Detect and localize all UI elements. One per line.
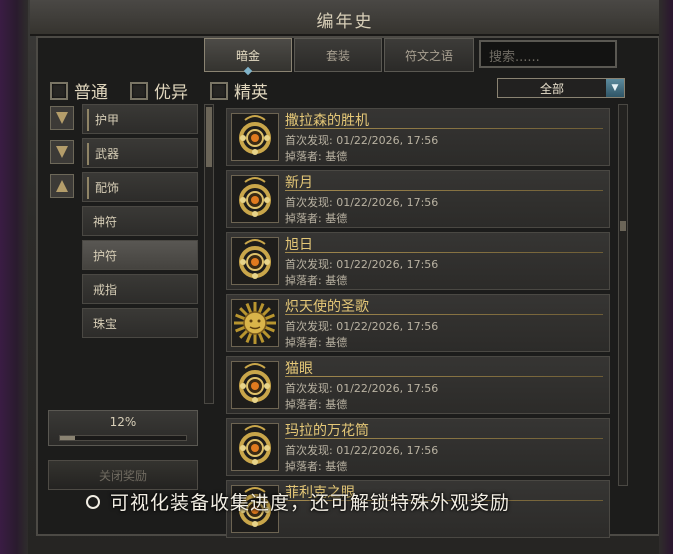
sidebar-item-label: 戒指 <box>93 282 118 297</box>
item-found-date: 首次发现: 01/22/2026, 17:56 <box>285 382 439 395</box>
list-item[interactable]: 炽天使的圣歌首次发现: 01/22/2026, 17:56 掉落者: 基德 <box>226 294 610 352</box>
sidebar-item-label: 神符 <box>93 214 118 229</box>
item-found-date: 首次发现: 01/22/2026, 17:56 <box>285 320 439 333</box>
sidebar-scrollbar[interactable] <box>204 104 214 404</box>
category-dropdown[interactable]: 全部 ▼ <box>497 78 625 98</box>
checkbox[interactable] <box>50 81 68 100</box>
item-dropper: 掉落者: 基德 <box>285 150 348 163</box>
item-name: 旭日 <box>285 237 313 253</box>
chevron-down-icon <box>56 146 68 158</box>
list-item[interactable]: 猫眼首次发现: 01/22/2026, 17:56 掉落者: 基德 <box>226 356 610 414</box>
sidebar-item-amulets[interactable]: 护符 <box>82 240 198 270</box>
divider <box>285 252 603 253</box>
scrollbar-thumb[interactable] <box>620 221 626 231</box>
item-dropper: 掉落者: 基德 <box>285 274 348 287</box>
divider <box>285 314 603 315</box>
filter-elite[interactable]: 精英 <box>210 78 268 103</box>
item-found-date: 首次发现: 01/22/2026, 17:56 <box>285 444 439 457</box>
item-name: 猫眼 <box>285 361 313 377</box>
filter-exceptional[interactable]: 优异 <box>130 78 188 103</box>
button-label: 关闭奖励 <box>98 468 147 483</box>
search-input[interactable]: 搜索...... <box>479 40 617 68</box>
item-dropper: 掉落者: 基德 <box>285 460 348 473</box>
checkbox[interactable] <box>210 81 228 100</box>
progress-fill <box>60 436 76 440</box>
collection-progress: 12% <box>48 410 198 446</box>
tab-unique[interactable]: 暗金 <box>204 38 292 72</box>
title-bar: 编年史 <box>30 0 660 36</box>
close-rewards-button[interactable]: 关闭奖励 <box>48 460 198 490</box>
tab-label: 套装 <box>325 48 350 63</box>
amulet-icon <box>231 423 279 471</box>
checkbox[interactable] <box>130 81 148 100</box>
tab-label: 暗金 <box>235 48 260 63</box>
item-name: 玛拉的万花筒 <box>285 423 369 439</box>
sidebar-item-label: 护符 <box>93 248 118 263</box>
list-scrollbar[interactable] <box>618 104 628 486</box>
sidebar-item-label: 护甲 <box>95 112 120 127</box>
divider <box>285 128 603 129</box>
scrollbar-thumb[interactable] <box>206 107 212 167</box>
chevron-down-icon <box>56 112 68 124</box>
caption-text: 可视化装备收集进度，还可解锁特殊外观奖励 <box>110 492 511 514</box>
sidebar-item-accessories[interactable]: 配饰 <box>82 172 198 202</box>
promo-caption: 可视化装备收集进度，还可解锁特殊外观奖励 <box>86 488 510 515</box>
sidebar-item-charms[interactable]: 神符 <box>82 206 198 236</box>
item-name: 新月 <box>285 175 313 191</box>
amulet-icon <box>231 175 279 223</box>
chevron-up-icon <box>56 180 68 192</box>
progress-percent: 12% <box>109 415 137 429</box>
sidebar-item-label: 珠宝 <box>93 316 118 331</box>
divider <box>285 438 603 439</box>
divider <box>87 143 89 165</box>
list-item[interactable]: 新月首次发现: 01/22/2026, 17:56 掉落者: 基德 <box>226 170 610 228</box>
window-title: 编年史 <box>316 12 374 32</box>
item-name: 撒拉森的胜机 <box>285 113 369 129</box>
list-item[interactable]: 玛拉的万花筒首次发现: 01/22/2026, 17:56 掉落者: 基德 <box>226 418 610 476</box>
list-item[interactable]: 撒拉森的胜机首次发现: 01/22/2026, 17:56 掉落者: 基德 <box>226 108 610 166</box>
item-name: 炽天使的圣歌 <box>285 299 369 315</box>
tab-label: 符文之语 <box>404 48 453 63</box>
tab-runewords[interactable]: 符文之语 <box>384 38 474 72</box>
chevron-down-icon[interactable]: ▼ <box>606 79 624 97</box>
divider <box>285 376 603 377</box>
filter-label: 精英 <box>234 83 268 103</box>
item-found-date: 首次发现: 01/22/2026, 17:56 <box>285 134 439 147</box>
sidebar-item-armor[interactable]: 护甲 <box>82 104 198 134</box>
toggle-armor[interactable] <box>50 106 74 130</box>
toggle-accessories[interactable] <box>50 174 74 198</box>
sidebar-item-rings[interactable]: 戒指 <box>82 274 198 304</box>
divider <box>87 109 89 131</box>
sidebar-item-jewels[interactable]: 珠宝 <box>82 308 198 338</box>
divider <box>285 190 603 191</box>
sun-amulet-icon <box>231 299 279 347</box>
sidebar-item-label: 武器 <box>95 146 120 161</box>
item-found-date: 首次发现: 01/22/2026, 17:56 <box>285 196 439 209</box>
list-item[interactable]: 旭日首次发现: 01/22/2026, 17:56 掉落者: 基德 <box>226 232 610 290</box>
item-found-date: 首次发现: 01/22/2026, 17:56 <box>285 258 439 271</box>
circle-bullet-icon <box>86 494 100 509</box>
filter-normal[interactable]: 普通 <box>50 78 108 103</box>
amulet-icon <box>231 113 279 161</box>
item-dropper: 掉落者: 基德 <box>285 212 348 225</box>
tab-set[interactable]: 套装 <box>294 38 382 72</box>
window-frame: 编年史 暗金 套装 符文之语 搜索...... 普通 优异 精英 全部 ▼ 护甲… <box>0 0 673 554</box>
filter-label: 普通 <box>74 83 108 103</box>
divider <box>87 177 89 199</box>
search-placeholder: 搜索...... <box>489 50 540 65</box>
item-dropper: 掉落者: 基德 <box>285 336 348 349</box>
item-dropper: 掉落者: 基德 <box>285 398 348 411</box>
filter-label: 优异 <box>154 83 188 103</box>
sidebar-item-label: 配饰 <box>95 180 120 195</box>
sidebar-item-weapons[interactable]: 武器 <box>82 138 198 168</box>
progress-track <box>59 435 187 441</box>
amulet-icon <box>231 361 279 409</box>
dropdown-value: 全部 <box>539 81 564 96</box>
amulet-icon <box>231 237 279 285</box>
toggle-weapons[interactable] <box>50 140 74 164</box>
